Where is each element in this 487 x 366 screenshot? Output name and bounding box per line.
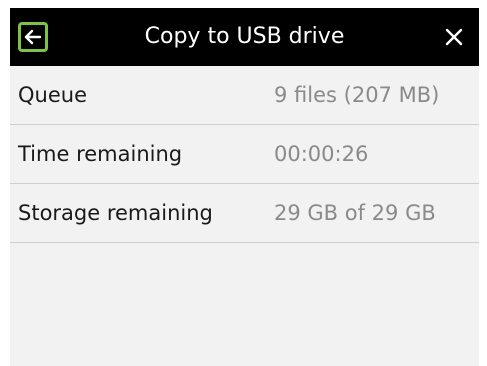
time-remaining-value: 00:00:26 <box>274 142 369 166</box>
close-icon <box>445 28 463 46</box>
queue-label: Queue <box>18 83 87 107</box>
info-list: Queue 9 files (207 MB) Time remaining 00… <box>10 66 479 243</box>
storage-remaining-value: 29 GB of 29 GB <box>274 201 436 225</box>
time-remaining-row: Time remaining 00:00:26 <box>10 125 479 184</box>
copy-screen: Copy to USB drive Queue 9 files (207 MB)… <box>10 8 479 366</box>
page-title: Copy to USB drive <box>144 24 345 49</box>
time-remaining-label: Time remaining <box>18 142 183 166</box>
queue-value: 9 files (207 MB) <box>274 83 440 107</box>
title-bar: Copy to USB drive <box>10 8 479 66</box>
storage-remaining-label: Storage remaining <box>18 201 213 225</box>
back-button[interactable] <box>18 22 48 52</box>
storage-remaining-row: Storage remaining 29 GB of 29 GB <box>10 184 479 243</box>
arrow-left-icon <box>24 29 42 45</box>
queue-row: Queue 9 files (207 MB) <box>10 66 479 125</box>
close-button[interactable] <box>439 22 469 52</box>
